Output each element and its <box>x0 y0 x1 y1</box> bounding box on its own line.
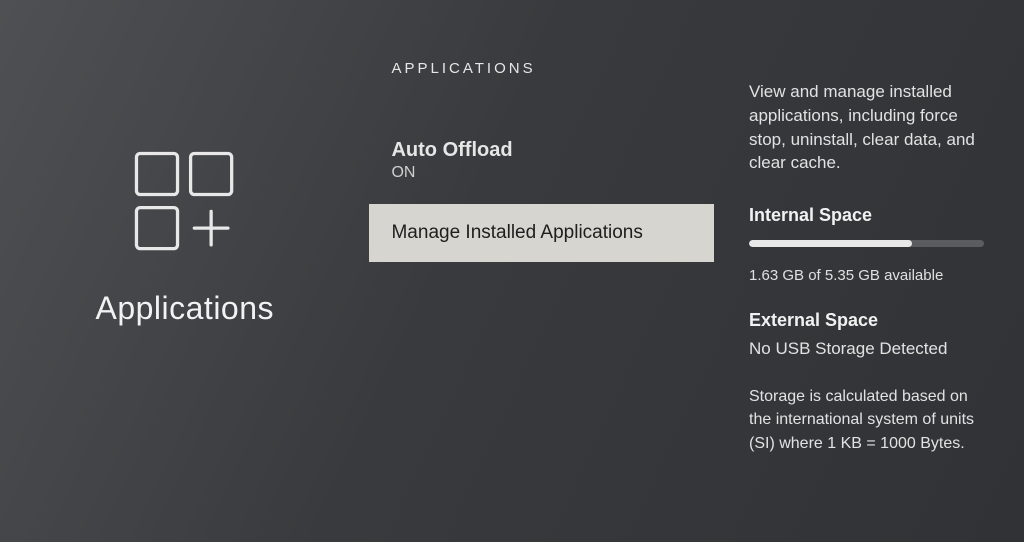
menu-item-manage-installed-applications[interactable]: Manage Installed Applications <box>369 204 714 262</box>
internal-space-title: Internal Space <box>749 205 984 226</box>
left-pane: Applications <box>0 0 369 542</box>
menu-item-auto-offload[interactable]: Auto Offload ON <box>369 129 714 194</box>
settings-menu: APPLICATIONS Auto Offload ON Manage Inst… <box>369 0 714 542</box>
external-space-value: No USB Storage Detected <box>749 339 984 359</box>
apps-grid-plus-icon <box>129 146 241 258</box>
internal-space-bar <box>749 240 984 247</box>
left-pane-title: Applications <box>95 290 274 327</box>
detail-description: View and manage installed applications, … <box>749 80 984 175</box>
menu-item-label: Auto Offload <box>391 139 692 162</box>
detail-pane: View and manage installed applications, … <box>714 0 1024 542</box>
menu-item-status: ON <box>391 164 692 182</box>
menu-item-label: Manage Installed Applications <box>391 222 692 244</box>
menu-section-header: APPLICATIONS <box>369 60 714 77</box>
external-space-title: External Space <box>749 310 984 331</box>
internal-space-bar-fill <box>749 240 912 247</box>
internal-space-caption: 1.63 GB of 5.35 GB available <box>749 267 984 284</box>
storage-footnote: Storage is calculated based on the inter… <box>749 385 984 455</box>
